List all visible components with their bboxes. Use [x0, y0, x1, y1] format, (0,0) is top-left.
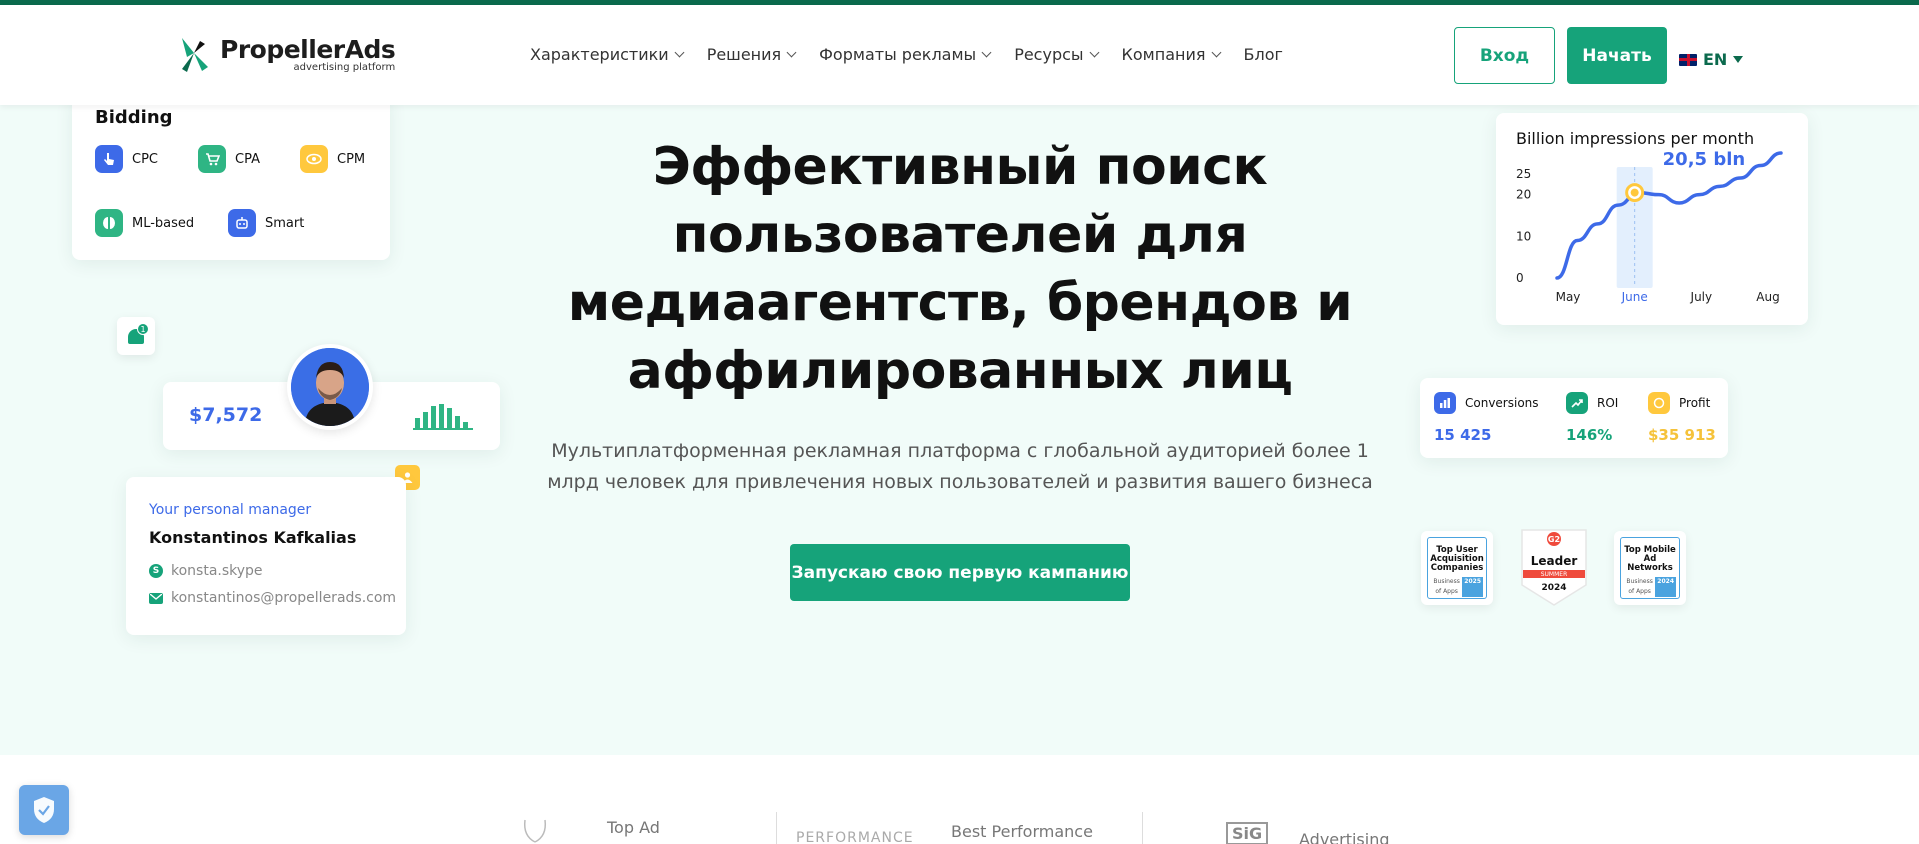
bidding-cpm: CPM — [300, 145, 365, 173]
x-tick-label: Aug — [1756, 290, 1779, 304]
bar-chart-icon — [1434, 392, 1456, 414]
nav-ad-formats[interactable]: Форматы рекламы — [819, 45, 992, 64]
nav-company[interactable]: Компания — [1122, 45, 1221, 64]
kpi-profit: Profit $35 913 — [1648, 392, 1716, 444]
manager-label: Your personal manager — [149, 502, 312, 518]
bidding-title: Bidding — [95, 107, 173, 128]
launch-campaign-button[interactable]: Запускаю свою первую кампанию — [790, 544, 1130, 601]
award-badge-top-mobile: Top Mobile Ad Networks Business of Apps … — [1614, 531, 1686, 605]
personal-manager-card: Your personal manager Konstantinos Kafka… — [126, 477, 406, 635]
partner-performance: PERFORMANCE — [796, 830, 914, 844]
x-tick-label: July — [1690, 290, 1713, 304]
notification-count: 1 — [137, 323, 149, 335]
main-nav: Характеристики Решения Форматы рекламы Р… — [530, 45, 1307, 64]
start-button[interactable]: Начать — [1567, 27, 1667, 84]
nav-blog[interactable]: Блог — [1244, 45, 1283, 64]
cart-icon — [198, 145, 226, 173]
hero-subtitle: Мультиплатформенная рекламная платформа … — [547, 440, 1373, 493]
series-line — [1555, 151, 1783, 280]
mini-bar-chart-icon — [413, 404, 473, 430]
chevron-down-icon — [786, 47, 797, 58]
pointer-icon — [95, 145, 123, 173]
impressions-line-chart: 0 10 20 25 May June July Aug 20,5 bln — [1516, 149, 1783, 304]
notification-bell: 1 — [117, 317, 155, 355]
propeller-logo-icon — [178, 35, 216, 75]
y-tick-label: 0 — [1516, 271, 1524, 285]
manager-name: Konstantinos Kafkalias — [149, 528, 357, 547]
partner-divider — [776, 812, 777, 844]
y-tick-label: 20 — [1516, 188, 1531, 202]
highlight-marker-dot — [1630, 188, 1639, 197]
bidding-card: Bidding CPC CPA CPM ML-based Smart — [72, 95, 390, 260]
earnings-amount: $7,572 — [189, 404, 263, 426]
manager-email: konstantinos@propellerads.com — [149, 590, 396, 606]
propellerads-logo[interactable]: PropellerAds advertising platform — [178, 35, 396, 75]
caret-down-icon — [1733, 56, 1744, 63]
partner-divider — [1142, 812, 1143, 844]
kpi-conversions: Conversions 15 425 — [1434, 392, 1539, 444]
y-tick-label: 10 — [1516, 229, 1531, 243]
bidding-cpc: CPC — [95, 145, 158, 173]
bidding-cpa: CPA — [198, 145, 260, 173]
chevron-down-icon — [1211, 47, 1221, 58]
robot-icon — [228, 209, 256, 237]
chevron-down-icon — [981, 47, 992, 58]
site-header: PropellerAds advertising platform Характ… — [0, 5, 1919, 105]
partner-best-performance: Best Performance — [951, 822, 1093, 841]
award-badge-g2-leader: G2 Leader SUMMER 2024 — [1519, 527, 1589, 607]
hero-title: Эффективный поиск пользователей для меди… — [567, 137, 1353, 401]
chevron-down-icon — [1089, 47, 1099, 58]
y-tick-label: 25 — [1516, 167, 1531, 181]
nav-features[interactable]: Характеристики — [530, 45, 685, 64]
bidding-smart: Smart — [228, 209, 304, 237]
trend-up-icon — [1566, 392, 1588, 414]
nav-resources[interactable]: Ресурсы — [1014, 45, 1099, 64]
login-button[interactable]: Вход — [1454, 27, 1555, 84]
bidding-ml-based: ML-based — [95, 209, 194, 237]
eye-icon — [300, 145, 328, 173]
mail-icon — [149, 592, 163, 604]
award-badge-top-ua: Top User Acquisition Companies Business … — [1421, 531, 1493, 605]
kpi-roi: ROI 146% — [1566, 392, 1618, 444]
nav-solutions[interactable]: Решения — [707, 45, 797, 64]
kpi-card: Conversions 15 425 ROI 146% Profit $35 9… — [1420, 378, 1728, 458]
chevron-down-icon — [674, 47, 685, 58]
language-selector[interactable]: EN — [1679, 50, 1744, 69]
manager-skype: S konsta.skype — [149, 563, 263, 579]
uk-flag-icon — [1679, 53, 1697, 66]
logo-name: PropellerAds — [220, 35, 396, 64]
x-tick-label: June — [1621, 290, 1648, 304]
coin-icon — [1648, 392, 1670, 414]
partner-laurel-icon — [520, 818, 550, 844]
skype-icon: S — [149, 564, 163, 578]
shield-check-icon — [34, 797, 54, 823]
privacy-shield-button[interactable] — [19, 785, 69, 835]
x-tick-label: May — [1556, 290, 1581, 304]
highlight-label: 20,5 bln — [1663, 149, 1746, 170]
manager-avatar — [287, 344, 373, 430]
partner-top-ad: Top Ad — [607, 818, 660, 837]
partner-sig-logo: SiG — [1226, 822, 1269, 844]
ml-icon — [95, 209, 123, 237]
logo-tagline: advertising platform — [293, 62, 396, 73]
partner-advertising: Advertising — [1299, 830, 1390, 844]
impressions-chart-card: Billion impressions per month 0 10 20 25 May… — [1496, 113, 1808, 325]
